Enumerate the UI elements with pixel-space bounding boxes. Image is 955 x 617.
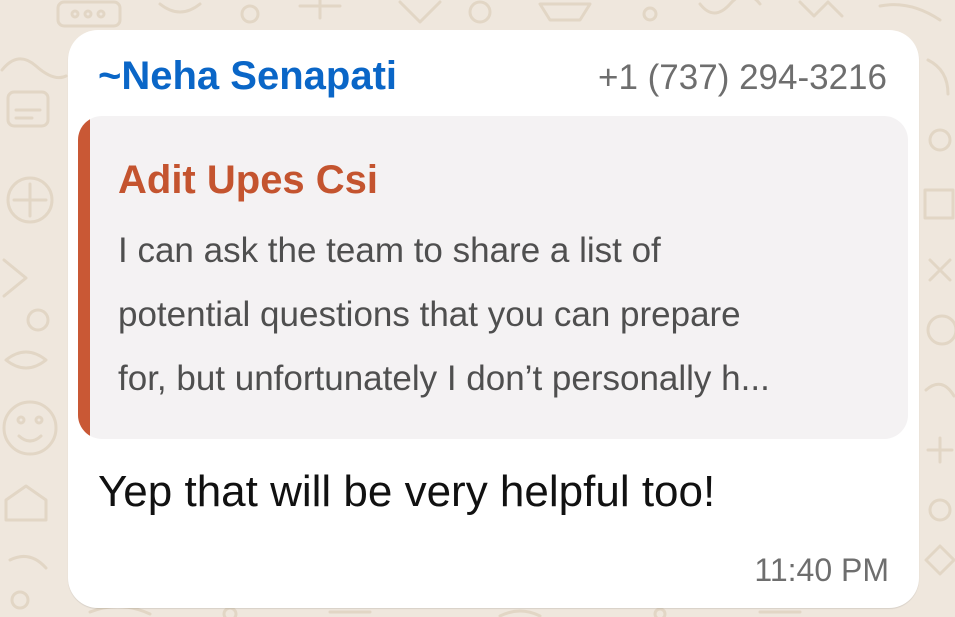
sender-row: ~Neha Senapati +1 (737) 294-3216 [98,52,887,100]
sender-name-text: Neha Senapati [121,54,398,98]
message-bubble[interactable]: ~Neha Senapati +1 (737) 294-3216 Adit Up… [68,30,919,608]
sender-phone[interactable]: +1 (737) 294-3216 [598,54,887,102]
sender-name[interactable]: ~Neha Senapati [98,52,397,100]
quote-accent-bar [78,116,90,439]
quoted-author: Adit Upes Csi [118,158,379,202]
quoted-text-line: for, but unfortunately I don’t personall… [118,359,770,398]
message-timestamp: 11:40 PM [754,552,889,588]
quoted-text: I can ask the team to share a list of po… [118,219,888,411]
message-text: Yep that will be very helpful too! [98,467,716,516]
quoted-text-line: I can ask the team to share a list of [118,231,661,270]
quoted-reply[interactable]: Adit Upes Csi I can ask the team to shar… [78,116,908,439]
sender-prefix: ~ [98,54,122,98]
quoted-text-line: potential questions that you can prepare [118,295,741,334]
